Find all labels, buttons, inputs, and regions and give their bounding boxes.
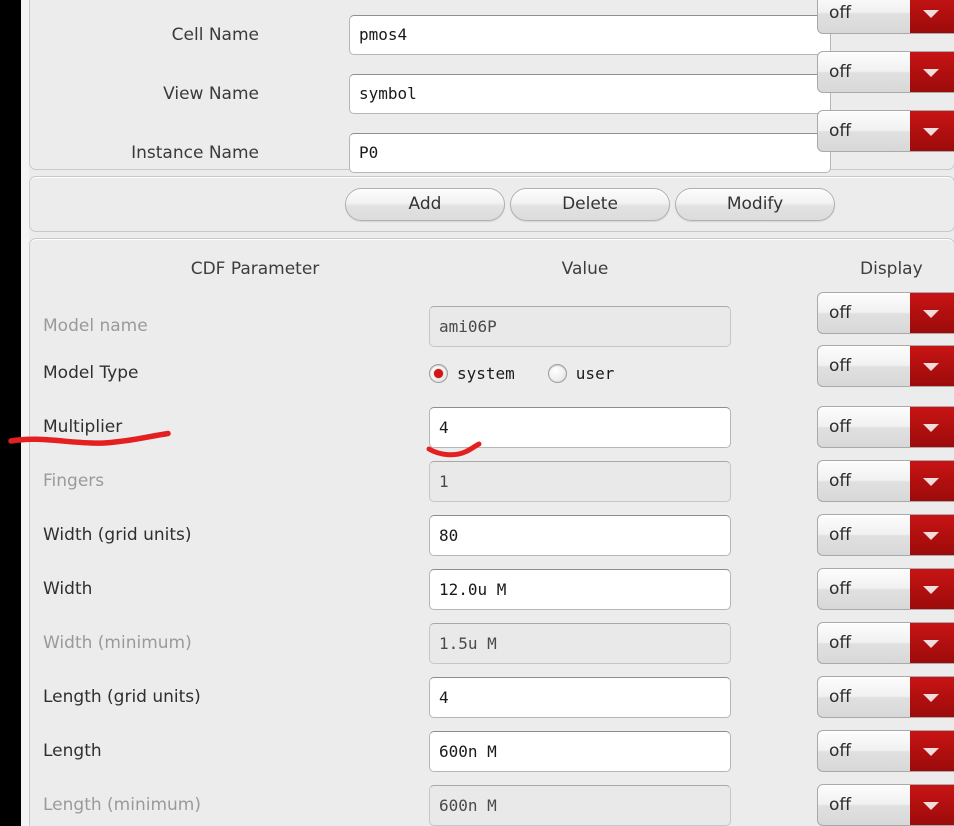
model-type-option-user-label: user (575, 364, 615, 383)
cdf-value-width-minimum: 1.5u M (429, 623, 731, 664)
chevron-down-icon (910, 461, 954, 501)
cdf-row-width-minimum: Width (minimum) 1.5u M (30, 616, 954, 670)
cdf-value-length[interactable]: 600n M (429, 731, 731, 772)
chevron-down-icon (910, 515, 954, 555)
cdf-label-length-grid-units: Length (grid units) (43, 687, 201, 707)
chevron-down-icon (910, 731, 954, 771)
column-header-cdf-parameter: CDF Parameter (190, 259, 320, 279)
cdf-row-length-minimum: Length (minimum) 600n M (30, 778, 954, 826)
window-left-black-band (0, 0, 21, 826)
width-minimum-display-dropdown[interactable]: off (817, 622, 954, 664)
cdf-label-multiplier: Multiplier (43, 417, 123, 437)
model-type-option-system-label: system (457, 364, 515, 383)
length-display-dropdown[interactable]: off (817, 730, 954, 772)
cdf-row-multiplier: Multiplier 4 (30, 400, 954, 454)
chevron-down-icon (910, 569, 954, 609)
model-type-radio-group: system user (429, 353, 614, 394)
model-type-display-value: off (829, 356, 852, 376)
chevron-down-icon (910, 111, 954, 151)
instance-name-label: Instance Name (131, 143, 259, 163)
cdf-label-model-type: Model Type (43, 363, 139, 383)
instance-name-display-dropdown[interactable]: off (817, 110, 954, 152)
width-minimum-display-value: off (829, 633, 852, 653)
cell-name-input[interactable]: pmos4 (349, 15, 831, 55)
column-header-display: Display (860, 259, 923, 279)
chevron-down-icon (910, 677, 954, 717)
radio-selected-icon (429, 364, 448, 383)
model-name-display-dropdown[interactable]: off (817, 292, 954, 334)
cdf-value-length-grid-units[interactable]: 4 (429, 677, 731, 718)
column-header-value: Value (561, 259, 609, 279)
cdf-parameter-editor-window: Cell Name pmos4 View Name symbol Instanc… (0, 0, 954, 826)
modify-button[interactable]: Modify (675, 188, 835, 221)
cell-name-label: Cell Name (171, 25, 259, 45)
cell-name-display-value: off (829, 3, 852, 23)
width-grid-units-display-dropdown[interactable]: off (817, 514, 954, 556)
width-grid-units-display-value: off (829, 525, 852, 545)
view-name-display-dropdown[interactable]: off (817, 51, 954, 93)
chevron-down-icon (910, 52, 954, 92)
fingers-display-dropdown[interactable]: off (817, 460, 954, 502)
chevron-down-icon (910, 623, 954, 663)
length-minimum-display-dropdown[interactable]: off (817, 784, 954, 826)
width-display-dropdown[interactable]: off (817, 568, 954, 610)
model-type-display-dropdown[interactable]: off (817, 345, 954, 387)
cdf-label-length-minimum: Length (minimum) (43, 795, 201, 815)
chevron-down-icon (910, 293, 954, 333)
cdf-row-model-name: Model name ami06P (30, 299, 954, 353)
cdf-label-model-name: Model name (43, 316, 148, 336)
window-left-gutter (21, 0, 29, 826)
model-name-display-value: off (829, 303, 852, 323)
identity-row-cell-name: Cell Name pmos4 (30, 7, 954, 63)
length-minimum-display-value: off (829, 795, 852, 815)
identity-row-view-name: View Name symbol (30, 66, 954, 122)
cdf-label-width-minimum: Width (minimum) (43, 633, 192, 653)
length-display-value: off (829, 741, 852, 761)
width-display-value: off (829, 579, 852, 599)
action-button-bar: Add Delete Modify (29, 176, 954, 232)
length-grid-units-display-dropdown[interactable]: off (817, 676, 954, 718)
cdf-value-multiplier[interactable]: 4 (429, 407, 731, 448)
multiplier-display-value: off (829, 417, 852, 437)
identity-row-instance-name: Instance Name P0 (30, 125, 954, 181)
multiplier-display-dropdown[interactable]: off (817, 406, 954, 448)
cdf-label-width: Width (43, 579, 93, 599)
cdf-label-length: Length (43, 741, 102, 761)
cdf-value-length-minimum: 600n M (429, 785, 731, 826)
cell-name-display-dropdown[interactable]: off (817, 0, 954, 34)
cdf-label-width-grid-units: Width (grid units) (43, 525, 192, 545)
model-type-option-user[interactable]: user (547, 364, 615, 383)
instance-name-input[interactable]: P0 (349, 133, 831, 173)
cdf-row-length-grid-units: Length (grid units) 4 (30, 670, 954, 724)
view-name-input[interactable]: symbol (349, 74, 831, 114)
cdf-row-fingers: Fingers 1 (30, 454, 954, 508)
view-name-display-value: off (829, 62, 852, 82)
chevron-down-icon (910, 785, 954, 825)
chevron-down-icon (910, 0, 954, 33)
chevron-down-icon (910, 407, 954, 447)
cdf-label-fingers: Fingers (43, 471, 105, 491)
instance-name-display-value: off (829, 121, 852, 141)
length-grid-units-display-value: off (829, 687, 852, 707)
cdf-row-width-grid-units: Width (grid units) 80 (30, 508, 954, 562)
cdf-row-width: Width 12.0u M (30, 562, 954, 616)
instance-identity-panel: Cell Name pmos4 View Name symbol Instanc… (29, 0, 954, 173)
cdf-value-width[interactable]: 12.0u M (429, 569, 731, 610)
delete-button[interactable]: Delete (510, 188, 670, 221)
cdf-row-length: Length 600n M (30, 724, 954, 778)
add-button[interactable]: Add (345, 188, 505, 221)
cdf-value-model-name: ami06P (429, 306, 731, 347)
model-type-option-system[interactable]: system (429, 364, 515, 383)
radio-unselected-icon (547, 364, 567, 383)
cdf-parameter-panel: CDF Parameter Value Display Model name a… (29, 238, 954, 826)
fingers-display-value: off (829, 471, 852, 491)
cdf-row-model-type: Model Type system user (30, 346, 954, 400)
view-name-label: View Name (163, 84, 259, 104)
chevron-down-icon (910, 346, 954, 386)
cdf-value-fingers: 1 (429, 461, 731, 502)
cdf-value-width-grid-units[interactable]: 80 (429, 515, 731, 556)
